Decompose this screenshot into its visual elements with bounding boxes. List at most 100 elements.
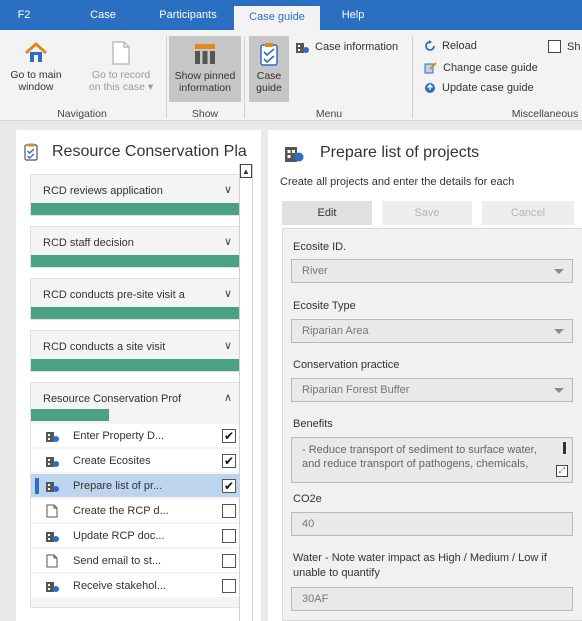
go-to-record-line2: on this case ▾: [88, 81, 154, 93]
left-panel-scrollbar[interactable]: ▲: [239, 164, 253, 621]
selection-marker: [35, 428, 39, 444]
ribbon-separator: [244, 36, 245, 118]
tab-bar: F2 Case Participants Case guide Help: [0, 0, 582, 30]
go-to-main-window-button[interactable]: Go to main window: [0, 34, 72, 104]
building-info-icon: [285, 147, 304, 162]
stage-card[interactable]: RCD reviews application ∨: [30, 174, 245, 216]
show-pinned-line1: Show pinned: [174, 70, 236, 82]
ecosite-id-label: Ecosite ID.: [293, 241, 347, 253]
document-icon: [112, 41, 130, 65]
pin-board-icon: [195, 44, 215, 64]
step-checkbox[interactable]: [222, 578, 236, 593]
dropdown-caret-icon: [554, 269, 564, 274]
ecosite-id-select[interactable]: River: [291, 259, 573, 283]
change-case-guide-label: Change case guide: [443, 61, 538, 74]
stage-progress-bar: [31, 307, 244, 319]
stage-card-expanded[interactable]: Resource Conservation Prof ∧ Enter Prope…: [30, 382, 246, 608]
step-item[interactable]: Update RCP doc...: [31, 524, 246, 547]
step-item[interactable]: Send email to st...: [31, 549, 246, 572]
reload-icon: [425, 40, 435, 51]
dropdown-caret-icon: [554, 388, 564, 393]
stage-card[interactable]: RCD conducts a site visit ∨: [30, 330, 245, 372]
step-item[interactable]: Receive stakehol...: [31, 574, 246, 597]
go-to-main-line2: window: [18, 81, 54, 93]
co2e-input[interactable]: 40: [291, 512, 573, 536]
chevron-down-icon[interactable]: ∨: [224, 339, 232, 352]
ecosite-type-label: Ecosite Type: [293, 300, 356, 312]
step-checkbox[interactable]: ✔: [222, 478, 236, 493]
building-icon: [45, 429, 59, 443]
tab-case[interactable]: Case: [78, 0, 128, 30]
step-item[interactable]: Create Ecosites ✔: [31, 449, 246, 472]
update-case-guide-button[interactable]: Update case guide: [424, 82, 534, 94]
selection-marker: [35, 553, 39, 569]
dropdown-caret-icon: [554, 329, 564, 334]
go-to-main-line1: Go to main: [10, 69, 62, 81]
step-detail-title: Prepare list of projects: [320, 144, 480, 161]
home-icon: [24, 42, 48, 62]
conservation-practice-select[interactable]: Riparian Forest Buffer: [291, 378, 573, 402]
reload-button[interactable]: Reload: [424, 40, 477, 52]
chevron-down-icon[interactable]: ∨: [224, 183, 232, 196]
show-checkbox-label: Sh: [567, 40, 581, 53]
case-information-button[interactable]: Case information: [295, 40, 398, 54]
step-label: Receive stakehol...: [73, 579, 166, 592]
case-guide-panel: Resource Conservation Pla RCD reviews ap…: [16, 130, 261, 621]
expand-icon[interactable]: ⤢: [556, 465, 568, 477]
go-to-record-button[interactable]: Go to record on this case ▾: [84, 34, 158, 104]
step-label: Update RCP doc...: [73, 529, 165, 542]
conservation-practice-value: Riparian Forest Buffer: [302, 384, 410, 396]
scroll-up-arrow-icon[interactable]: ▲: [240, 164, 252, 178]
chevron-down-icon[interactable]: ∨: [224, 235, 232, 248]
save-button[interactable]: Save: [382, 201, 472, 225]
go-to-record-line1: Go to record: [91, 69, 151, 81]
change-guide-icon: [424, 62, 437, 74]
co2e-label: CO2e: [293, 493, 322, 505]
case-guide-line1: Case: [256, 70, 282, 82]
stage-card[interactable]: RCD conducts pre-site visit a ∨: [30, 278, 245, 320]
water-input[interactable]: 30AF: [291, 587, 573, 611]
textarea-scroll-thumb[interactable]: [563, 442, 566, 454]
tab-help[interactable]: Help: [330, 0, 376, 30]
show-checkbox[interactable]: [548, 40, 561, 53]
miscellaneous-group-label: Miscellaneous: [511, 108, 579, 120]
step-checkbox[interactable]: [222, 553, 236, 568]
benefits-textarea[interactable]: - Reduce transport of sediment to surfac…: [291, 437, 573, 483]
step-item-selected[interactable]: Prepare list of pr... ✔: [31, 474, 246, 497]
step-checkbox[interactable]: ✔: [222, 453, 236, 468]
step-checkbox[interactable]: [222, 528, 236, 543]
building-icon: [45, 529, 59, 543]
menu-group-label: Menu: [315, 108, 343, 120]
step-label: Enter Property D...: [73, 429, 165, 442]
show-checkbox-option[interactable]: Sh: [548, 40, 580, 53]
selection-marker: [35, 477, 39, 494]
action-bar: Edit Save Cancel: [282, 201, 582, 225]
benefits-value: - Reduce transport of sediment to surfac…: [302, 444, 537, 470]
document-icon: [45, 504, 59, 518]
tab-case-guide[interactable]: Case guide: [234, 6, 320, 30]
chevron-up-icon[interactable]: ∧: [224, 391, 232, 404]
step-checkbox[interactable]: [222, 503, 236, 518]
chevron-down-icon[interactable]: ∨: [224, 287, 232, 300]
case-guide-line2: guide: [256, 82, 282, 94]
tab-f2[interactable]: F2: [0, 0, 48, 30]
step-detail-panel: Prepare list of projects Create all proj…: [268, 130, 582, 621]
case-guide-button[interactable]: Case guide: [249, 36, 289, 102]
step-label: Send email to st...: [73, 554, 162, 567]
edit-button[interactable]: Edit: [282, 201, 372, 225]
ecosite-type-select[interactable]: Riparian Area: [291, 319, 573, 343]
stage-progress-bar: [31, 203, 244, 215]
step-item[interactable]: Enter Property D... ✔: [31, 424, 246, 447]
cancel-button[interactable]: Cancel: [482, 201, 574, 225]
step-checkbox[interactable]: ✔: [222, 428, 236, 443]
show-pinned-information-button[interactable]: Show pinned information: [169, 36, 241, 102]
change-case-guide-button[interactable]: Change case guide: [424, 61, 538, 74]
selection-marker: [35, 503, 39, 519]
tab-participants[interactable]: Participants: [148, 0, 228, 30]
stage-progress-bar: [31, 409, 109, 421]
ecosite-type-value: Riparian Area: [302, 325, 369, 337]
stage-card[interactable]: RCD staff decision ∨: [30, 226, 245, 268]
document-icon: [45, 554, 59, 568]
step-label: Create Ecosites: [73, 454, 151, 467]
step-item[interactable]: Create the RCP d...: [31, 499, 246, 522]
